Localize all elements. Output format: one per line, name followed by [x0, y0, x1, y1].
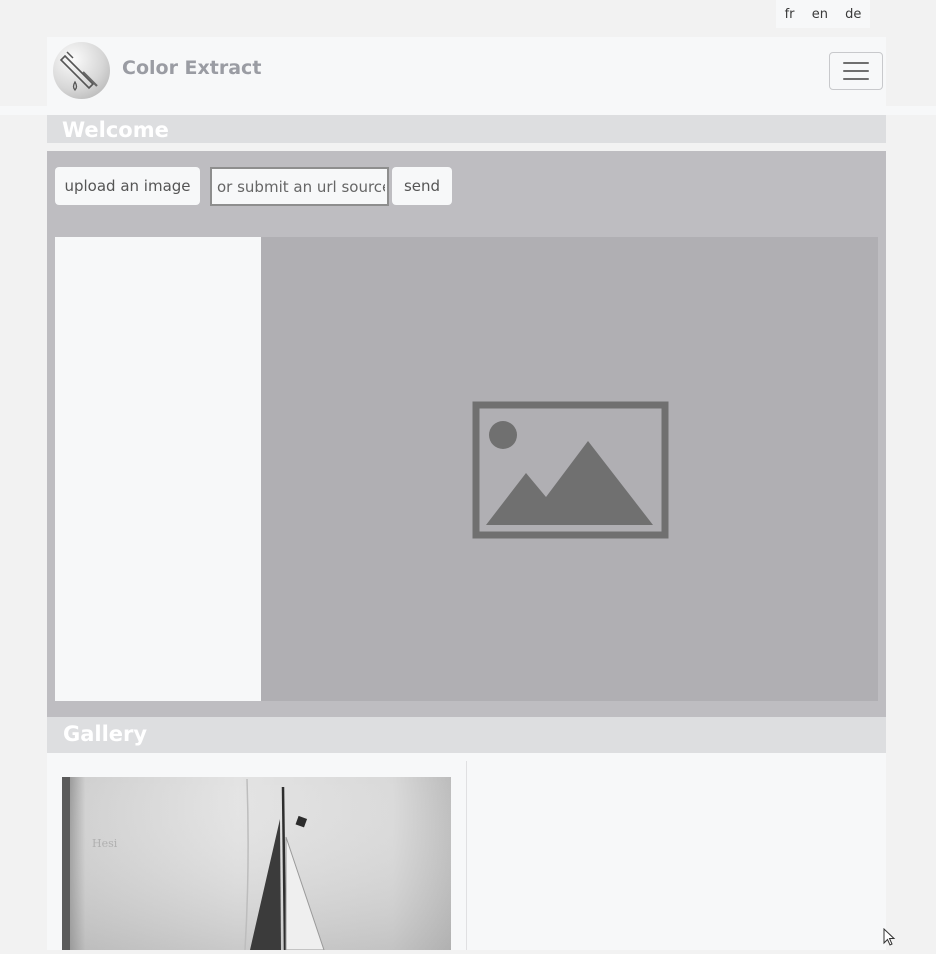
- gallery-heading: Gallery: [47, 717, 886, 753]
- image-preview-area[interactable]: [261, 237, 878, 701]
- navbar-spacer: [0, 106, 936, 115]
- upload-image-button[interactable]: upload an image: [55, 167, 200, 205]
- brand-name[interactable]: Color Extract: [122, 57, 261, 79]
- color-palette-column: [55, 237, 261, 701]
- welcome-heading: Welcome: [47, 115, 886, 143]
- menu-toggle-button[interactable]: [829, 52, 883, 90]
- eyedropper-logo-icon[interactable]: [53, 42, 110, 99]
- mouse-cursor-icon: [883, 928, 896, 946]
- gallery-item-sailboat[interactable]: Hesi: [62, 777, 451, 951]
- lang-en-link[interactable]: en: [812, 7, 828, 22]
- lang-de-link[interactable]: de: [845, 7, 861, 22]
- send-button[interactable]: send: [392, 167, 452, 205]
- url-source-input[interactable]: [210, 167, 389, 206]
- gallery-divider: [466, 761, 467, 950]
- lang-fr-link[interactable]: fr: [785, 7, 795, 22]
- extract-panel: upload an image send: [47, 151, 886, 717]
- navbar: Color Extract: [47, 37, 886, 106]
- language-switcher: fr en de: [776, 0, 870, 28]
- image-placeholder-icon: [472, 401, 669, 539]
- sailboat-photo-image: Hesi: [62, 777, 451, 951]
- svg-text:Hesi: Hesi: [92, 837, 118, 850]
- gallery-grid: Hesi: [47, 753, 886, 951]
- hamburger-icon: [843, 62, 869, 80]
